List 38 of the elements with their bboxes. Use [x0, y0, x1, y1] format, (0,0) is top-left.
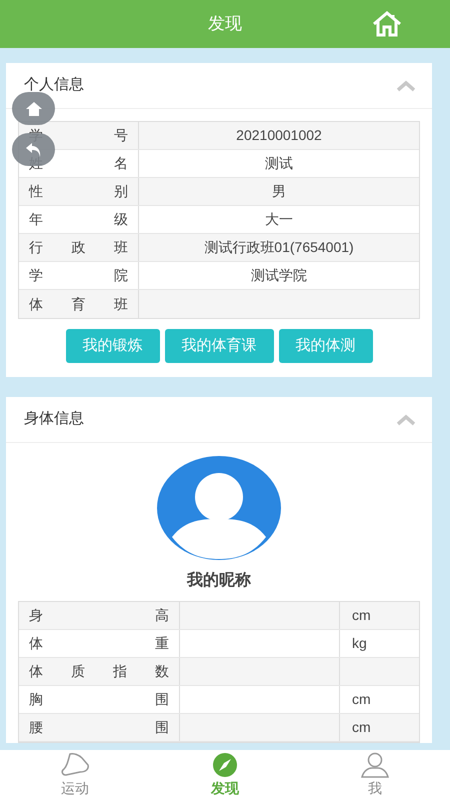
unit-label: cm — [352, 606, 371, 625]
field-value: 20210001002 — [236, 126, 322, 145]
collapse-icon[interactable] — [396, 414, 416, 426]
field-label: 身 高 — [29, 606, 169, 625]
field-value: 测试学院 — [251, 266, 307, 285]
field-label: 体 育 班 — [29, 294, 128, 314]
action-button[interactable]: 我的体测 — [278, 329, 372, 363]
field-value: 男 — [272, 182, 286, 201]
unit-label: cm — [352, 690, 371, 709]
field-label: 胸 围 — [29, 690, 169, 709]
back-icon — [24, 142, 42, 158]
home-icon — [26, 102, 42, 116]
home-icon[interactable] — [372, 11, 402, 37]
nickname: 我的昵称 — [187, 570, 251, 591]
section-title: 个人信息 — [24, 75, 84, 96]
field-label: 行 政 班 — [29, 238, 128, 257]
nav-tab[interactable]: 我 — [300, 750, 450, 800]
action-button[interactable]: 我的体育课 — [164, 329, 274, 363]
field-value: 测试 — [265, 154, 293, 173]
field-value: 大一 — [265, 210, 293, 229]
action-button[interactable]: 我的锻炼 — [66, 329, 160, 363]
field-label: 体 质 指 数 — [29, 662, 169, 681]
field-label: 年 级 — [29, 210, 128, 229]
field-label: 学 院 — [29, 266, 128, 285]
shoe-icon — [60, 752, 90, 778]
person-icon — [360, 752, 390, 778]
unit-label: kg — [352, 634, 367, 653]
nav-tab[interactable]: 发现 — [150, 750, 300, 800]
field-label: 性 别 — [29, 182, 128, 201]
field-label: 体 重 — [29, 634, 169, 653]
section-title: 身体信息 — [24, 409, 84, 430]
unit-label: cm — [352, 718, 371, 737]
field-label: 腰 围 — [29, 718, 169, 737]
page-title: 发现 — [208, 13, 242, 36]
collapse-icon[interactable] — [396, 80, 416, 92]
nav-tab[interactable]: 运动 — [0, 750, 150, 800]
field-value: 测试行政班01(7654001) — [204, 238, 354, 257]
avatar-icon — [156, 455, 282, 561]
